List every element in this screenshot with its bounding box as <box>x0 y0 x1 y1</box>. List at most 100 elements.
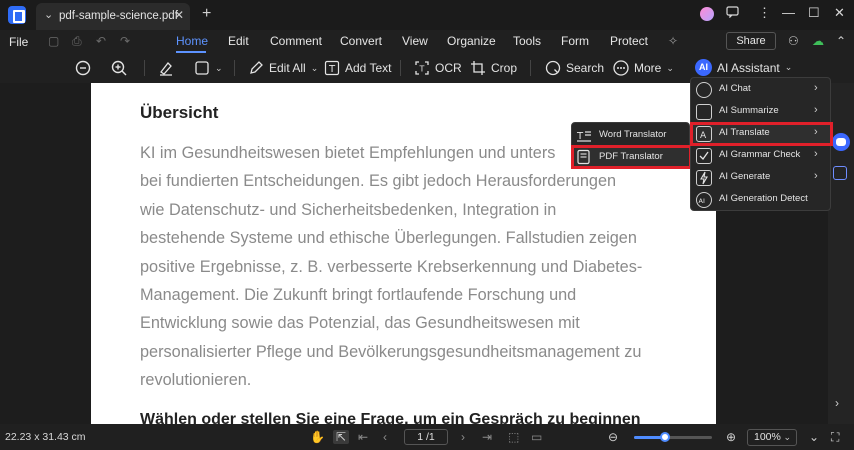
add-text-button[interactable]: T Add Text <box>324 60 391 76</box>
select-tool-icon[interactable]: ⇱ <box>333 430 350 444</box>
menu-protect[interactable]: Protect <box>610 34 648 48</box>
translate-submenu: T Word Translator PDF Translator <box>571 122 692 169</box>
grammar-check-icon <box>696 148 712 164</box>
hand-tool-icon[interactable]: ✋ <box>310 430 325 444</box>
svg-text:AI: AI <box>699 197 705 205</box>
menu-tools[interactable]: Tools <box>513 34 541 48</box>
avatar[interactable] <box>700 7 714 21</box>
ai-grammar-check-item[interactable]: AI Grammar Check › <box>691 145 832 167</box>
ai-summarize-item[interactable]: AI Summarize › <box>691 101 832 123</box>
fit-page-icon[interactable]: ⬚ <box>508 430 519 444</box>
ocr-label: OCR <box>435 61 462 75</box>
zoom-level-select[interactable]: 100% ⌄ <box>747 429 797 446</box>
status-bar: 22.23 x 31.43 cm ✋ ⇱ ⇤ ‹ 1 /1 › ⇥ ⬚ ▭ ⊖ … <box>0 424 854 450</box>
chat-icon <box>696 82 712 98</box>
share-button[interactable]: Share <box>726 32 776 50</box>
ai-chat-item[interactable]: AI Chat › <box>691 79 832 101</box>
menu-view[interactable]: View <box>402 34 428 48</box>
edit-all-button[interactable]: Edit All ⌄ <box>248 60 318 76</box>
file-menu[interactable]: File <box>9 35 28 49</box>
zoom-slider-handle[interactable] <box>660 432 671 442</box>
sidebar-tool-icon[interactable] <box>833 166 847 180</box>
zoom-level-value: 100% <box>754 431 781 443</box>
page-number-input[interactable]: 1 /1 <box>404 429 448 445</box>
toolbar-divider <box>530 60 531 76</box>
word-translator-item[interactable]: T Word Translator <box>572 124 691 146</box>
menu-organize[interactable]: Organize <box>447 34 496 48</box>
paragraph-line: bestehende Systeme und ethische Überlegu… <box>140 229 637 248</box>
chevron-down-icon: ⌄ <box>215 62 223 73</box>
toolbar-divider <box>144 60 145 76</box>
document-tab[interactable]: ⌄ pdf-sample-science.pdf ✕ <box>36 3 190 30</box>
pdf-translator-item[interactable]: PDF Translator <box>571 145 692 169</box>
next-page-button-icon[interactable]: › <box>461 430 465 444</box>
highlight-button[interactable] <box>158 60 174 76</box>
menu-home[interactable]: Home <box>176 34 208 48</box>
ai-chat-bot-icon[interactable] <box>832 133 850 151</box>
title-bar: ⌄ pdf-sample-science.pdf ✕ + ⋮ — ☐ ✕ <box>0 0 854 30</box>
lightbulb-icon[interactable]: ✧ <box>668 34 678 48</box>
add-text-label: Add Text <box>345 61 392 75</box>
add-text-icon: T <box>324 60 340 76</box>
menu-convert[interactable]: Convert <box>340 34 382 48</box>
redo-icon[interactable]: ↷ <box>120 34 130 48</box>
page-dimensions: 22.23 x 31.43 cm <box>5 431 86 443</box>
ai-detect-icon: AI <box>696 192 712 208</box>
minimize-button[interactable]: — <box>782 5 795 20</box>
more-button[interactable]: More ⌄ <box>613 60 674 76</box>
search-label: Search <box>566 61 605 75</box>
scroll-down-icon[interactable]: ⌄ <box>809 430 819 444</box>
zoom-out-icon <box>75 60 91 76</box>
close-window-button[interactable]: ✕ <box>834 5 845 21</box>
rectangle-icon <box>194 60 210 76</box>
last-page-icon[interactable]: ⇥ <box>482 430 492 444</box>
collapse-icon[interactable]: ⌃ <box>836 34 846 48</box>
print-icon[interactable]: ⎙ <box>72 34 82 49</box>
network-icon[interactable]: ⚇ <box>788 34 799 48</box>
chevron-down-icon: ⌄ <box>310 62 319 73</box>
paragraph-line: personalisierter Pflege und Bevölkerungs… <box>140 342 642 361</box>
search-button[interactable]: Search <box>545 60 604 76</box>
tab-chevron-icon[interactable]: ⌄ <box>44 8 53 21</box>
new-tab-button[interactable]: + <box>202 5 211 23</box>
fullscreen-icon[interactable]: ⛶ <box>831 430 839 445</box>
previous-page-icon[interactable]: ‹ <box>383 430 387 444</box>
menu-comment[interactable]: Comment <box>270 34 322 48</box>
ai-generate-item[interactable]: AI Generate › <box>691 167 832 189</box>
first-page-icon[interactable]: ⇤ <box>358 430 368 444</box>
svg-text:T: T <box>328 64 336 75</box>
ai-summarize-label: AI Summarize <box>719 105 779 116</box>
cloud-sync-icon[interactable]: ☁ <box>812 34 824 48</box>
shape-button[interactable]: ⌄ <box>194 60 223 76</box>
undo-icon[interactable]: ↶ <box>96 34 106 48</box>
ai-generation-detect-item[interactable]: AI AI Generation Detect <box>691 189 832 211</box>
zoom-in-button[interactable] <box>111 60 127 76</box>
zoom-slider[interactable] <box>634 432 712 442</box>
crop-label: Crop <box>491 61 518 75</box>
save-icon[interactable]: ▢ <box>48 34 59 48</box>
ocr-button[interactable]: T OCR <box>414 60 462 76</box>
svg-text:A: A <box>700 131 707 141</box>
crop-button[interactable]: Crop <box>470 60 517 76</box>
next-page-icon[interactable]: › <box>835 396 839 410</box>
more-options-icon[interactable]: ⋮ <box>758 5 771 21</box>
ai-translate-item[interactable]: A AI Translate › <box>690 122 833 146</box>
maximize-button[interactable]: ☐ <box>808 5 820 21</box>
zoom-in-status-icon[interactable]: ⊕ <box>726 430 736 444</box>
tab-close-icon[interactable]: ✕ <box>174 8 184 22</box>
toolbar-divider <box>400 60 401 76</box>
word-translator-icon: T <box>576 127 592 143</box>
message-icon[interactable] <box>726 5 739 21</box>
fit-width-icon[interactable]: ▭ <box>531 430 542 444</box>
chevron-down-icon: ⌄ <box>666 62 674 73</box>
pdf-translator-icon <box>576 149 592 165</box>
word-translator-label: Word Translator <box>599 129 667 140</box>
ai-assistant-button[interactable]: AI AI Assistant ⌄ <box>695 59 792 76</box>
menu-edit[interactable]: Edit <box>228 34 249 48</box>
toolbar-divider <box>234 60 235 76</box>
zoom-out-button[interactable] <box>75 60 91 76</box>
pdf-translator-label: PDF Translator <box>599 151 663 162</box>
zoom-out-status-icon[interactable]: ⊖ <box>608 430 618 444</box>
more-label: More <box>634 61 662 75</box>
menu-form[interactable]: Form <box>561 34 589 48</box>
